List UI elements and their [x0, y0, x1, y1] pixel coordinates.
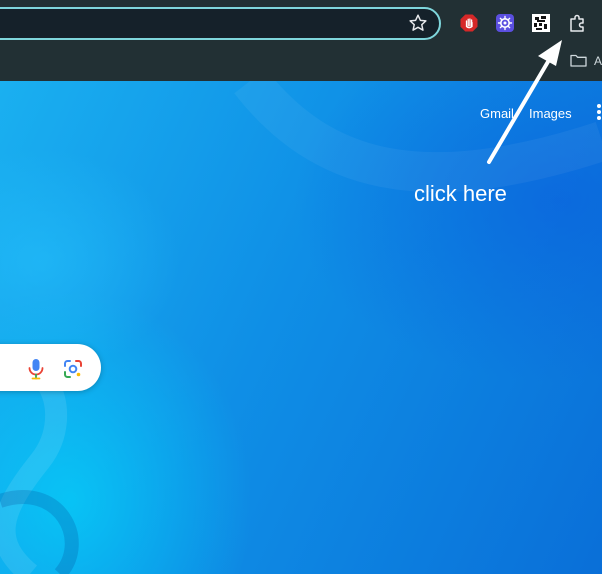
address-bar[interactable] [0, 7, 441, 40]
voice-search-mic-icon[interactable] [27, 358, 45, 380]
search-box[interactable] [0, 344, 101, 391]
images-link[interactable]: Images [529, 106, 572, 121]
annotation-text: click here [414, 181, 507, 206]
new-tab-page [0, 81, 602, 574]
bookmark-folder-label[interactable]: A [594, 54, 602, 68]
gmail-link[interactable]: Gmail [480, 106, 514, 121]
google-apps-menu-icon[interactable] [596, 104, 602, 124]
browser-window: A Gmail Images click here [0, 0, 602, 574]
pixel-art-icon[interactable] [532, 14, 550, 32]
gear-badge-icon[interactable] [496, 14, 514, 32]
bookmark-star-icon[interactable] [407, 12, 429, 34]
extensions-puzzle-icon[interactable] [568, 13, 588, 33]
stop-hand-icon[interactable] [460, 14, 478, 32]
folder-icon[interactable] [570, 53, 587, 67]
bookmarks-bar [0, 48, 602, 81]
google-lens-icon[interactable] [63, 359, 83, 379]
